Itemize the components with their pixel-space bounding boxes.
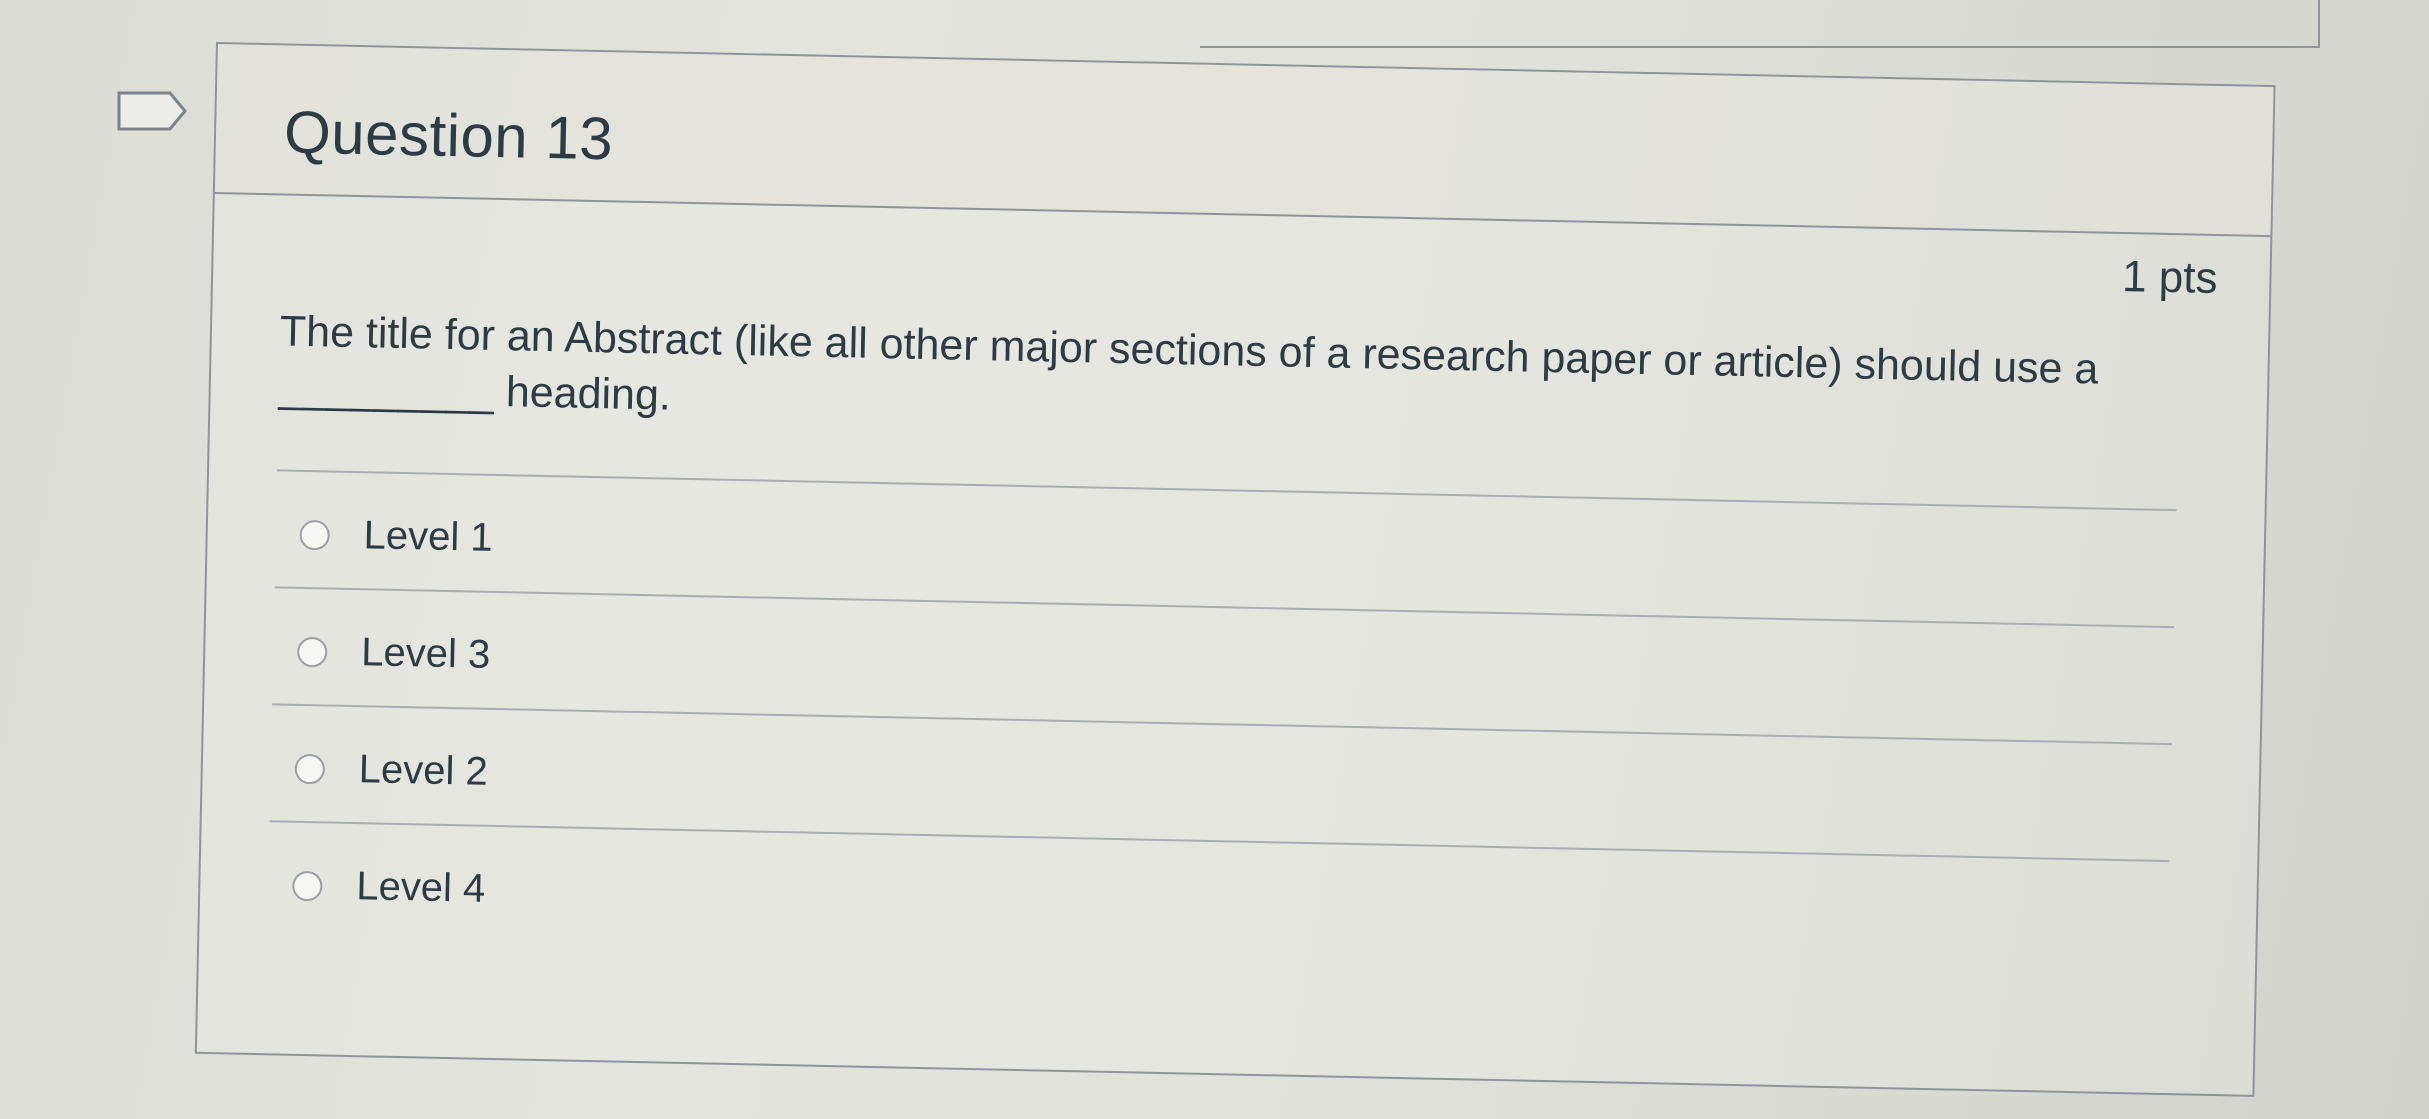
radio-button[interactable] — [292, 870, 323, 902]
radio-button[interactable] — [294, 753, 326, 785]
previous-question-card-edge — [1200, 0, 2320, 48]
question-card: Question 13 1 pts The title for an Abstr… — [194, 42, 2276, 1097]
answer-list: Level 1 Level 3 Level 2 Level 4 — [267, 469, 2177, 978]
radio-button[interactable] — [299, 519, 331, 551]
radio-button[interactable] — [296, 636, 328, 668]
answer-label[interactable]: Level 4 — [356, 864, 486, 912]
answer-label[interactable]: Level 3 — [361, 630, 491, 678]
answer-label[interactable]: Level 1 — [363, 513, 493, 561]
question-title: Question 13 — [283, 98, 614, 173]
question-text: The title for an Abstract (like all othe… — [278, 307, 2099, 420]
answer-label[interactable]: Level 2 — [358, 747, 488, 795]
question-header: Question 13 — [214, 44, 2274, 238]
question-points: 1 pts — [2121, 251, 2218, 303]
flag-question-icon[interactable] — [116, 90, 188, 132]
